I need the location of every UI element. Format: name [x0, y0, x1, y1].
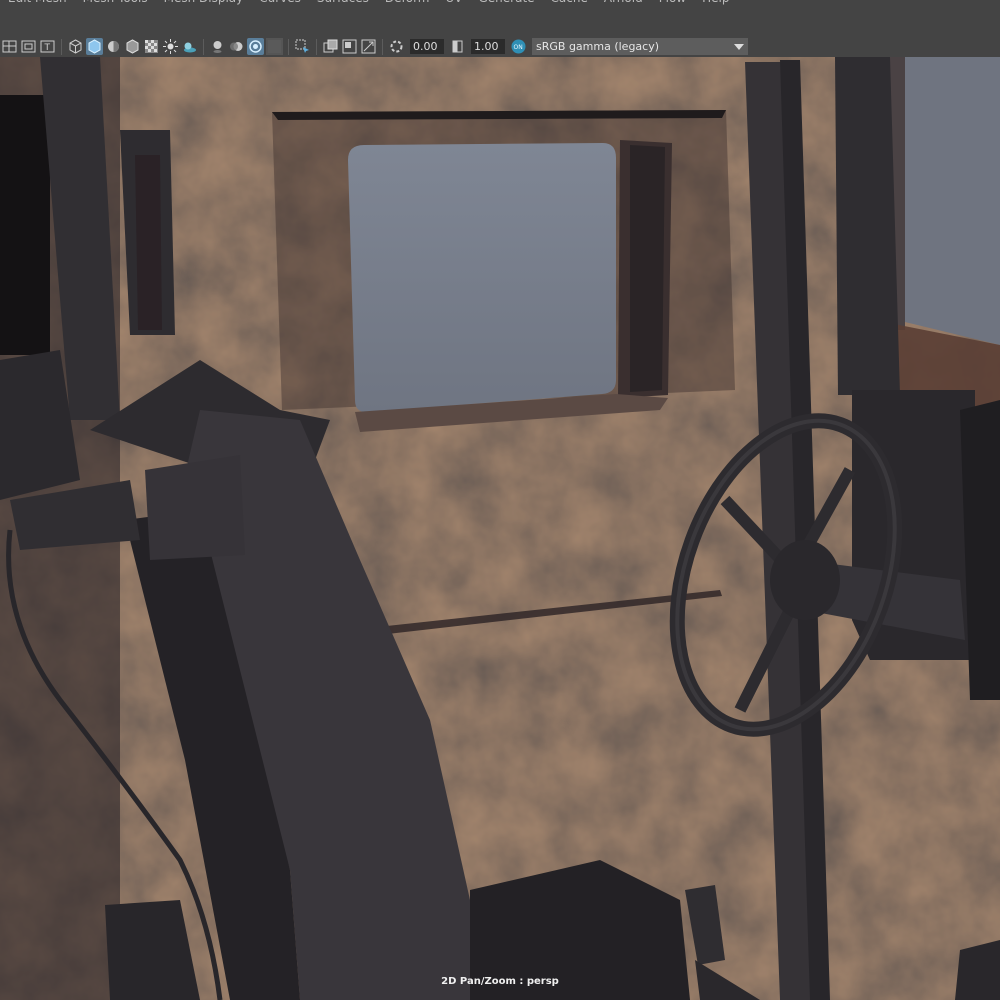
menu-item-uv[interactable]: UV: [438, 0, 471, 5]
menu-item-mesh-display[interactable]: Mesh Display: [156, 0, 252, 5]
exposure-icon[interactable]: [388, 38, 405, 55]
toolbar-separator: [382, 38, 383, 55]
svg-text:T: T: [44, 43, 51, 53]
xray-active-icon[interactable]: [360, 38, 377, 55]
smooth-shade-icon[interactable]: [86, 38, 103, 55]
menu-item-generate[interactable]: Generate: [471, 0, 543, 5]
color-space-dropdown[interactable]: sRGB gamma (legacy): [532, 38, 748, 55]
anti-aliasing-icon[interactable]: [247, 38, 264, 55]
menu-item-curves[interactable]: Curves: [251, 0, 309, 5]
menu-item-help[interactable]: Help: [694, 0, 737, 5]
color-management-icon[interactable]: ON: [510, 38, 527, 55]
menu-item-mesh-tools[interactable]: Mesh Tools: [75, 0, 156, 5]
menu-item-arnold[interactable]: Arnold: [596, 0, 651, 5]
flat-shade-icon[interactable]: [105, 38, 122, 55]
toolbar-separator: [203, 38, 204, 55]
menu-item-flow[interactable]: Flow: [651, 0, 694, 5]
menu-item-cache[interactable]: Cache: [543, 0, 596, 5]
shadows-icon[interactable]: [181, 38, 198, 55]
ambient-occlusion-icon[interactable]: [209, 38, 226, 55]
textured-icon[interactable]: [143, 38, 160, 55]
motion-blur-icon[interactable]: [228, 38, 245, 55]
menu-item-edit-mesh[interactable]: Edit Mesh: [0, 0, 75, 5]
door-window: [348, 143, 616, 413]
grid-icon[interactable]: [1, 38, 18, 55]
left-opening: [0, 95, 50, 355]
depth-of-field-icon[interactable]: [266, 38, 283, 55]
bounding-box-icon[interactable]: [124, 38, 141, 55]
text-icon[interactable]: T: [39, 38, 56, 55]
viewport-panel-toolbar: T 0.00 1.00 ON sRGB gamma (legacy): [0, 36, 1000, 57]
camera-label: 2D Pan/Zoom : persp: [441, 976, 559, 987]
toolbar-separator: [288, 38, 289, 55]
wireframe-cube-icon[interactable]: [67, 38, 84, 55]
svg-text:ON: ON: [514, 44, 523, 51]
lights-icon[interactable]: [162, 38, 179, 55]
menu-item-deform[interactable]: Deform: [377, 0, 438, 5]
gamma-icon[interactable]: [449, 38, 466, 55]
gamma-field[interactable]: 1.00: [471, 39, 505, 54]
side-window: [905, 57, 1000, 345]
isolate-select-icon[interactable]: [294, 38, 311, 55]
color-space-value: sRGB gamma (legacy): [536, 40, 660, 53]
menu-item-surfaces[interactable]: Surfaces: [309, 0, 377, 5]
film-gate-icon[interactable]: [20, 38, 37, 55]
perspective-viewport[interactable]: [0, 57, 1000, 1000]
xray-joints-icon[interactable]: [341, 38, 358, 55]
chevron-down-icon: [734, 43, 744, 50]
exposure-field[interactable]: 0.00: [410, 39, 444, 54]
scene-render: [0, 57, 1000, 1000]
toolbar-separator: [61, 38, 62, 55]
xray-icon[interactable]: [322, 38, 339, 55]
toolbar-separator: [316, 38, 317, 55]
toolbar-spacer: [0, 6, 1000, 36]
